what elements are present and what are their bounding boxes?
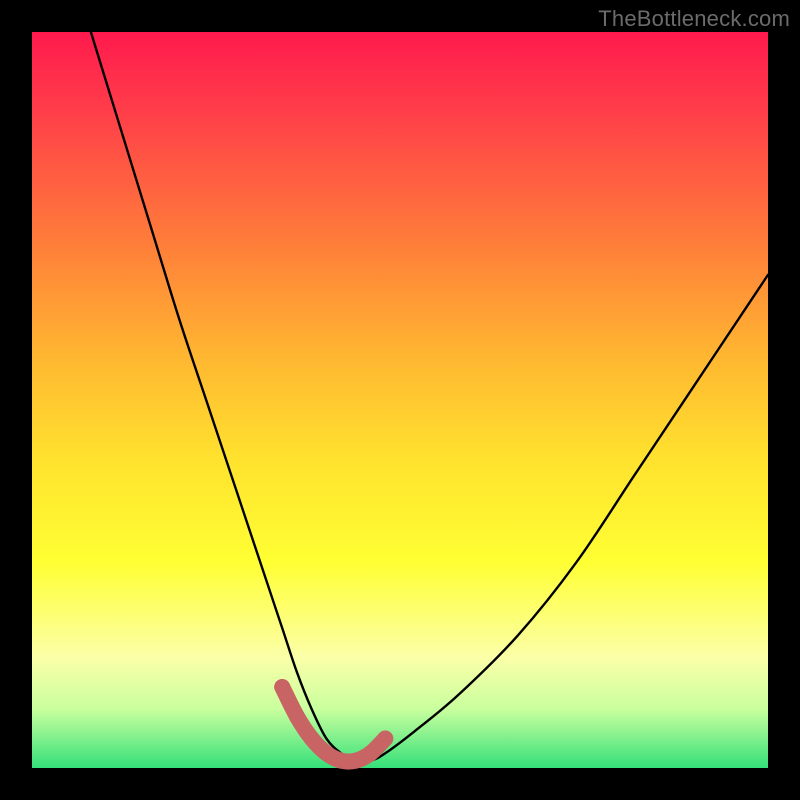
highlight-marker (289, 708, 305, 724)
highlight-marker (348, 753, 364, 769)
plot-area (32, 32, 768, 768)
highlight-marker (363, 745, 379, 761)
highlight-marker (304, 731, 320, 747)
highlight-marker (274, 679, 290, 695)
chart-frame: TheBottleneck.com (0, 0, 800, 800)
bottleneck-curve-line (91, 32, 768, 762)
watermark-text: TheBottleneck.com (598, 6, 790, 32)
highlight-marker (318, 745, 334, 761)
highlight-marker (333, 753, 349, 769)
highlight-marker (377, 731, 393, 747)
chart-svg (32, 32, 768, 768)
